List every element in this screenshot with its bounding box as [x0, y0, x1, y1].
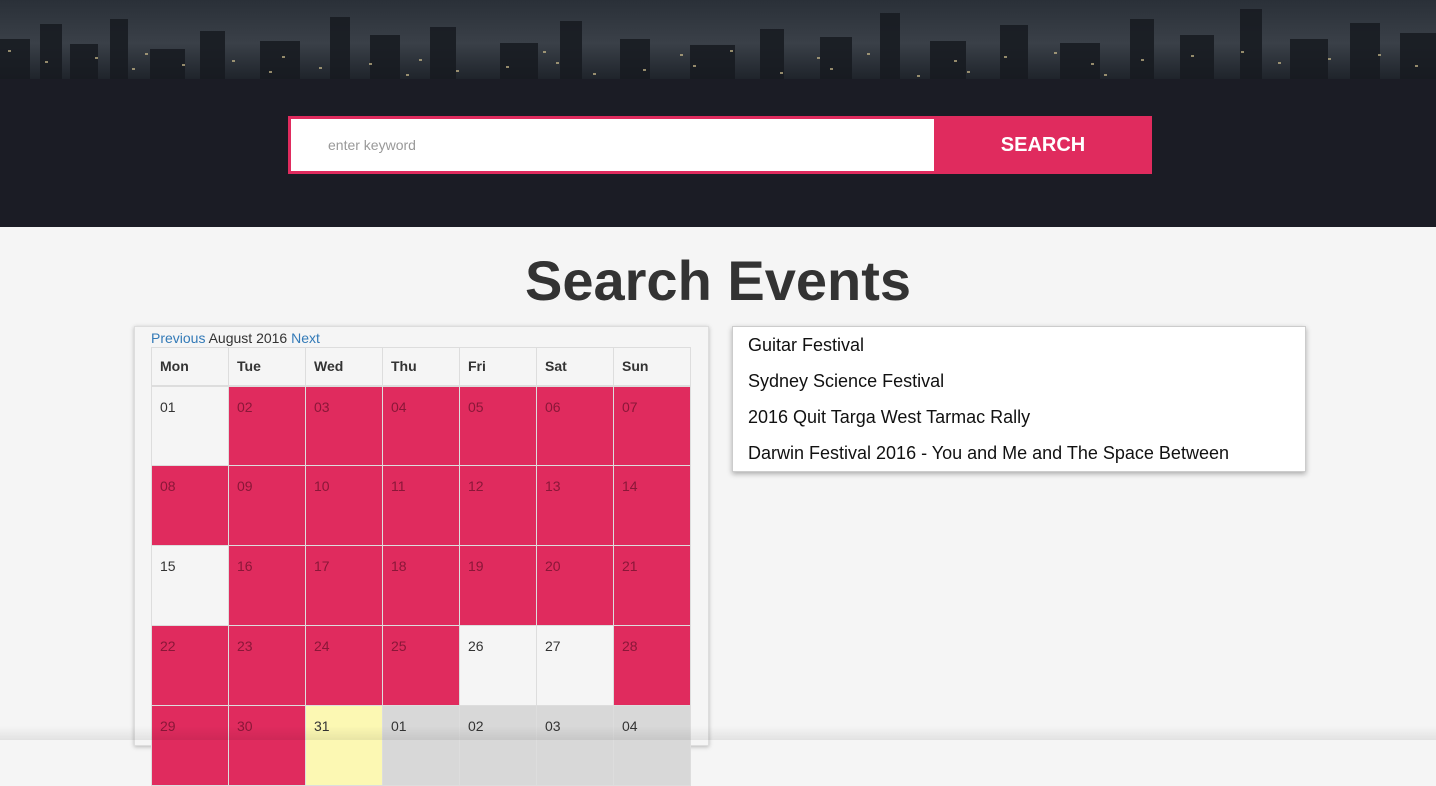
calendar-day-cell[interactable]: 12 [460, 466, 537, 546]
calendar-day-cell[interactable]: 02 [460, 706, 537, 786]
event-results-list: Guitar FestivalSydney Science Festival20… [732, 326, 1306, 472]
calendar-day-cell[interactable]: 22 [152, 626, 229, 706]
event-list-item[interactable]: 2016 Quit Targa West Tarmac Rally [733, 405, 1305, 441]
weekday-header: Mon [152, 348, 229, 386]
calendar-nav: Previous August 2016 Next [151, 330, 320, 346]
calendar-day-cell[interactable]: 08 [152, 466, 229, 546]
calendar-day-cell[interactable]: 19 [460, 546, 537, 626]
search-input[interactable] [288, 116, 934, 174]
calendar-day-cell[interactable]: 23 [229, 626, 306, 706]
calendar-grid: MonTueWedThuFriSatSun 010203040506070809… [151, 347, 691, 786]
search-button[interactable]: SEARCH [934, 116, 1152, 174]
calendar-day-cell[interactable]: 09 [229, 466, 306, 546]
calendar-day-cell[interactable]: 11 [383, 466, 460, 546]
calendar-day-cell[interactable]: 06 [537, 386, 614, 466]
calendar-week-row: 01020304050607 [152, 386, 691, 466]
calendar-day-cell[interactable]: 27 [537, 626, 614, 706]
calendar-day-cell[interactable]: 15 [152, 546, 229, 626]
calendar-day-cell[interactable]: 29 [152, 706, 229, 786]
calendar-day-cell[interactable]: 01 [383, 706, 460, 786]
calendar-day-cell[interactable]: 04 [383, 386, 460, 466]
calendar-day-cell[interactable]: 26 [460, 626, 537, 706]
calendar-day-cell[interactable]: 14 [614, 466, 691, 546]
weekday-header: Thu [383, 348, 460, 386]
calendar-day-cell[interactable]: 07 [614, 386, 691, 466]
calendar-day-cell[interactable]: 03 [306, 386, 383, 466]
calendar-day-cell[interactable]: 28 [614, 626, 691, 706]
calendar-day-cell[interactable]: 20 [537, 546, 614, 626]
weekday-header: Wed [306, 348, 383, 386]
calendar-week-row: 22232425262728 [152, 626, 691, 706]
calendar-week-row: 29303101020304 [152, 706, 691, 786]
search-form: SEARCH [288, 116, 1152, 174]
calendar-day-cell[interactable]: 05 [460, 386, 537, 466]
calendar-day-cell[interactable]: 25 [383, 626, 460, 706]
event-list-item[interactable]: Sydney Science Festival [733, 369, 1305, 405]
city-banner-image [0, 0, 1436, 79]
calendar-week-row: 08091011121314 [152, 466, 691, 546]
calendar-day-cell[interactable]: 17 [306, 546, 383, 626]
calendar-day-cell[interactable]: 02 [229, 386, 306, 466]
calendar-day-cell[interactable]: 10 [306, 466, 383, 546]
calendar-day-cell[interactable]: 24 [306, 626, 383, 706]
calendar-day-cell[interactable]: 16 [229, 546, 306, 626]
calendar-day-cell[interactable]: 31 [306, 706, 383, 786]
calendar-day-cell[interactable]: 18 [383, 546, 460, 626]
weekday-header: Tue [229, 348, 306, 386]
calendar-day-cell[interactable]: 30 [229, 706, 306, 786]
calendar-day-cell[interactable]: 04 [614, 706, 691, 786]
event-list-item[interactable]: Guitar Festival [733, 333, 1305, 369]
weekday-header-row: MonTueWedThuFriSatSun [152, 348, 691, 386]
weekday-header: Fri [460, 348, 537, 386]
calendar-day-cell[interactable]: 03 [537, 706, 614, 786]
weekday-header: Sun [614, 348, 691, 386]
calendar: Previous August 2016 Next MonTueWedThuFr… [134, 326, 709, 746]
calendar-day-cell[interactable]: 01 [152, 386, 229, 466]
weekday-header: Sat [537, 348, 614, 386]
calendar-week-row: 15161718192021 [152, 546, 691, 626]
page-title: Search Events [0, 248, 1436, 313]
calendar-day-cell[interactable]: 21 [614, 546, 691, 626]
next-month-link[interactable]: Next [291, 330, 320, 346]
previous-month-link[interactable]: Previous [151, 330, 205, 346]
event-list-item[interactable]: Darwin Festival 2016 - You and Me and Th… [733, 441, 1305, 477]
search-band: SEARCH [0, 79, 1436, 227]
calendar-day-cell[interactable]: 13 [537, 466, 614, 546]
month-label: August 2016 [209, 330, 288, 346]
